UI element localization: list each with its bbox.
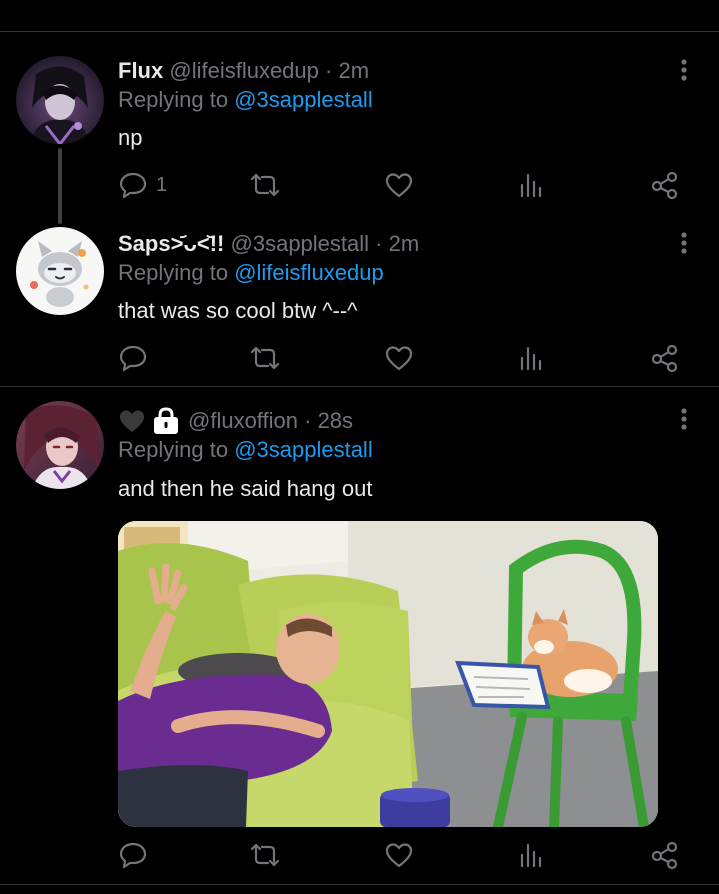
bar-chart-icon: [520, 843, 542, 868]
reply-button[interactable]: [118, 838, 148, 872]
tweet-3[interactable]: @fluxoffion · 28s Replying to @3sapplest…: [0, 0, 719, 894]
retweet-icon: [250, 843, 280, 867]
avatar[interactable]: [16, 401, 104, 489]
tweet-text: and then he said hang out: [118, 476, 373, 501]
divider: [0, 884, 719, 885]
heart-icon: [385, 843, 413, 868]
share-button[interactable]: [650, 838, 680, 872]
retweet-button[interactable]: [248, 838, 282, 872]
lock-icon: [154, 407, 178, 434]
photo-illustration: [118, 521, 658, 827]
replying-to: Replying to @3sapplestall: [118, 436, 373, 464]
handle[interactable]: @fluxoffion: [188, 407, 298, 435]
views-button[interactable]: [518, 838, 544, 872]
black-heart-icon: [120, 410, 144, 432]
action-bar: [0, 838, 719, 872]
speech-bubble-icon: [119, 842, 147, 869]
mention-link[interactable]: @3sapplestall: [234, 437, 373, 462]
tweet-header: @fluxoffion · 28s: [118, 407, 353, 435]
like-button[interactable]: [384, 838, 414, 872]
tweet-photo[interactable]: [118, 521, 658, 827]
share-icon: [651, 841, 678, 870]
avatar-image: [16, 401, 104, 489]
vertical-ellipsis-icon[interactable]: [670, 405, 698, 433]
timestamp[interactable]: · 28s: [304, 407, 353, 435]
replying-prefix: Replying to: [118, 437, 235, 462]
display-name[interactable]: [118, 407, 188, 435]
